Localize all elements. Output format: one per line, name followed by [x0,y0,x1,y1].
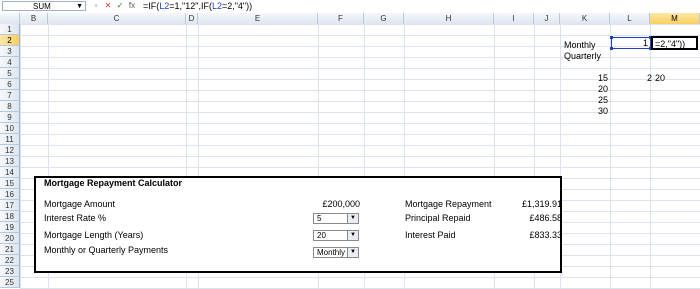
name-box[interactable]: SUM ▼ [2,1,86,11]
formula-buttons: ◦ ✕ ✓ fx [90,1,140,11]
result-value-principal: £486.58 [529,213,562,223]
chevron-down-icon[interactable]: ▼ [347,214,358,223]
cell-k2[interactable]: Monthly [564,40,596,51]
col-header-j[interactable]: J [534,13,560,24]
col-header-k[interactable]: K [560,13,610,24]
row-header-25[interactable]: 25 [0,277,20,288]
grid-line [650,24,651,289]
row-header-16[interactable]: 16 [0,189,20,200]
formula-ref: L2 [211,1,222,11]
label-mortgage-length: Mortgage Length (Years) [44,230,144,240]
row-header-1[interactable]: 1 [0,24,20,35]
formula-handle-icon: ◦ [94,1,98,10]
mortgage-length-value: 20 [317,231,326,240]
row-header-20[interactable]: 20 [0,233,20,244]
result-label-interest: Interest Paid [405,230,456,240]
mortgage-calculator-panel [34,176,562,273]
cell-l2-value: 1 [642,38,648,48]
col-header-b[interactable]: B [20,13,48,24]
result-value-repayment: £1,319.91 [521,199,562,209]
formula-part: =1,"12",IF( [169,1,212,11]
cell-k3[interactable]: Quarterly [564,51,601,62]
result-value-interest: £833.33 [529,230,562,240]
row-header-17[interactable]: 17 [0,200,20,211]
calculator-title: Mortgage Repayment Calculator [44,178,183,188]
row-header-21[interactable]: 21 [0,244,20,255]
cell-m5[interactable]: 20 [655,73,665,84]
cell-k5[interactable]: 15 [586,73,608,84]
label-payment-frequency: Monthly or Quarterly Payments [44,245,169,255]
cell-k6[interactable]: 20 [586,84,608,95]
row-header-19[interactable]: 19 [0,222,20,233]
chevron-down-icon[interactable]: ▼ [347,248,358,257]
row-header-23[interactable]: 23 [0,266,20,277]
row-header-11[interactable]: 11 [0,134,20,145]
cancel-icon[interactable]: ✕ [102,1,114,11]
selection-handle[interactable] [610,47,613,50]
row-header-15[interactable]: 15 [0,178,20,189]
payment-frequency-select[interactable]: Monthly ▼ [313,247,359,258]
row-header-22[interactable]: 22 [0,255,20,266]
chevron-down-icon[interactable]: ▼ [347,231,358,240]
col-header-g[interactable]: G [364,13,404,24]
col-header-f[interactable]: F [318,13,364,24]
insert-function-icon[interactable]: fx [126,1,138,11]
row-header-13[interactable]: 13 [0,156,20,167]
formula-part: =IF( [143,1,160,11]
formula-input[interactable]: =IF(L2=1,"12",IF(L2=2,"4")) [143,0,252,13]
col-header-h[interactable]: H [404,13,494,24]
cell-m2-editing[interactable]: =2,"4")) [651,36,698,50]
payment-frequency-value: Monthly [317,248,346,257]
cell-k7[interactable]: 25 [586,95,608,106]
col-header-m[interactable]: M [650,13,700,24]
row-header-5[interactable]: 5 [0,68,20,79]
col-header-e[interactable]: E [198,13,318,24]
col-header-i[interactable]: I [494,13,534,24]
row-header-8[interactable]: 8 [0,101,20,112]
row-header-4[interactable]: 4 [0,57,20,68]
mortgage-length-select[interactable]: 20 ▼ [313,230,359,241]
chevron-down-icon[interactable]: ▼ [76,2,83,12]
formula-bar: SUM ▼ ◦ ✕ ✓ fx =IF(L2=1,"12",IF(L2=2,"4")) [0,0,700,14]
formula-ref: L2 [159,1,170,11]
label-interest-rate: Interest Rate % [44,213,107,223]
select-all-corner[interactable] [0,13,20,24]
col-header-d[interactable]: D [186,13,198,24]
formula-part: =2,"4")) [221,1,253,11]
col-header-l[interactable]: L [610,13,650,24]
row-header-10[interactable]: 10 [0,123,20,134]
row-header-7[interactable]: 7 [0,90,20,101]
row-header-3[interactable]: 3 [0,46,20,57]
label-mortgage-amount: Mortgage Amount [44,199,116,209]
row-header-2[interactable]: 2 [0,35,20,46]
row-header-9[interactable]: 9 [0,112,20,123]
result-label-principal: Principal Repaid [405,213,471,223]
cell-k8[interactable]: 30 [586,106,608,117]
row-header-12[interactable]: 12 [0,145,20,156]
selection-handle[interactable] [610,36,613,39]
mortgage-amount-value[interactable]: £200,000 [300,199,360,210]
row-header-14[interactable]: 14 [0,167,20,178]
cell-l2[interactable]: 1 [611,37,651,49]
cell-l5[interactable]: 2 [630,73,652,84]
result-label-repayment: Mortgage Repayment [405,199,492,209]
interest-rate-value: 5 [317,214,322,223]
cell-m2-text: =2,"4")) [655,39,686,49]
col-header-c[interactable]: C [48,13,186,24]
grid-line [610,24,611,289]
row-header-18[interactable]: 18 [0,211,20,222]
interest-rate-select[interactable]: 5 ▼ [313,213,359,224]
enter-icon[interactable]: ✓ [114,1,126,11]
name-box-value: SUM [33,2,51,11]
row-header-6[interactable]: 6 [0,79,20,90]
